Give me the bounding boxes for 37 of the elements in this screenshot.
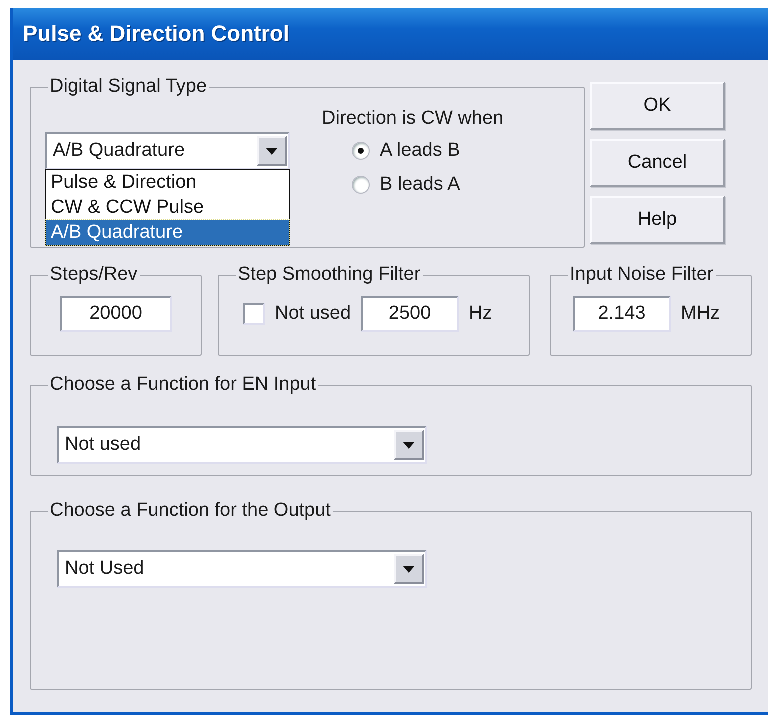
dropdown[interactable]: A/B Quadrature xyxy=(45,132,290,170)
dropdown-option[interactable]: Pulse & Direction xyxy=(46,170,289,195)
group-label: Choose a Function for the Output xyxy=(49,500,332,522)
window-title: Pulse & Direction Control xyxy=(23,21,290,47)
dialog-button[interactable]: Cancel xyxy=(590,139,725,187)
radio-label: B leads A xyxy=(380,174,460,196)
checkbox[interactable] xyxy=(243,303,265,325)
dropdown-value: Not used xyxy=(65,434,142,456)
dropdown[interactable]: Not Used xyxy=(57,550,427,588)
unit-label: Hz xyxy=(469,303,492,325)
unit-label: MHz xyxy=(681,303,720,325)
dropdown-button[interactable] xyxy=(394,430,424,460)
dialog-button[interactable]: OK xyxy=(590,82,725,130)
dropdown-arrow-icon xyxy=(266,148,278,154)
dropdown-value: Not Used xyxy=(65,558,146,580)
input-field[interactable]: 2500 xyxy=(361,296,460,332)
group-label: Choose a Function for EN Input xyxy=(49,374,318,396)
dropdown-value: A/B Quadrature xyxy=(53,140,186,162)
dropdown-arrow-icon xyxy=(403,566,415,572)
radio-button[interactable] xyxy=(352,142,370,160)
group-label: Input Noise Filter xyxy=(569,264,715,286)
direction-label: Direction is CW when xyxy=(322,108,504,130)
dropdown-button[interactable] xyxy=(394,554,424,584)
dropdown[interactable]: Not used xyxy=(57,426,427,464)
checkbox-label: Not used xyxy=(275,303,352,325)
input-field[interactable]: 20000 xyxy=(60,296,172,332)
dialog-button[interactable]: Help xyxy=(590,196,725,244)
input-field[interactable]: 2.143 xyxy=(573,296,671,332)
radio-label: A leads B xyxy=(380,140,460,162)
dropdown-arrow-icon xyxy=(403,442,415,448)
dropdown-button[interactable] xyxy=(257,136,287,166)
radio-button[interactable] xyxy=(352,176,370,194)
group-label: Steps/Rev xyxy=(49,264,139,286)
group-label: Digital Signal Type xyxy=(49,76,208,98)
dropdown-option[interactable]: CW & CCW Pulse xyxy=(46,195,289,220)
dropdown-option[interactable]: A/B Quadrature xyxy=(46,220,289,245)
group-label: Step Smoothing Filter xyxy=(237,264,422,286)
